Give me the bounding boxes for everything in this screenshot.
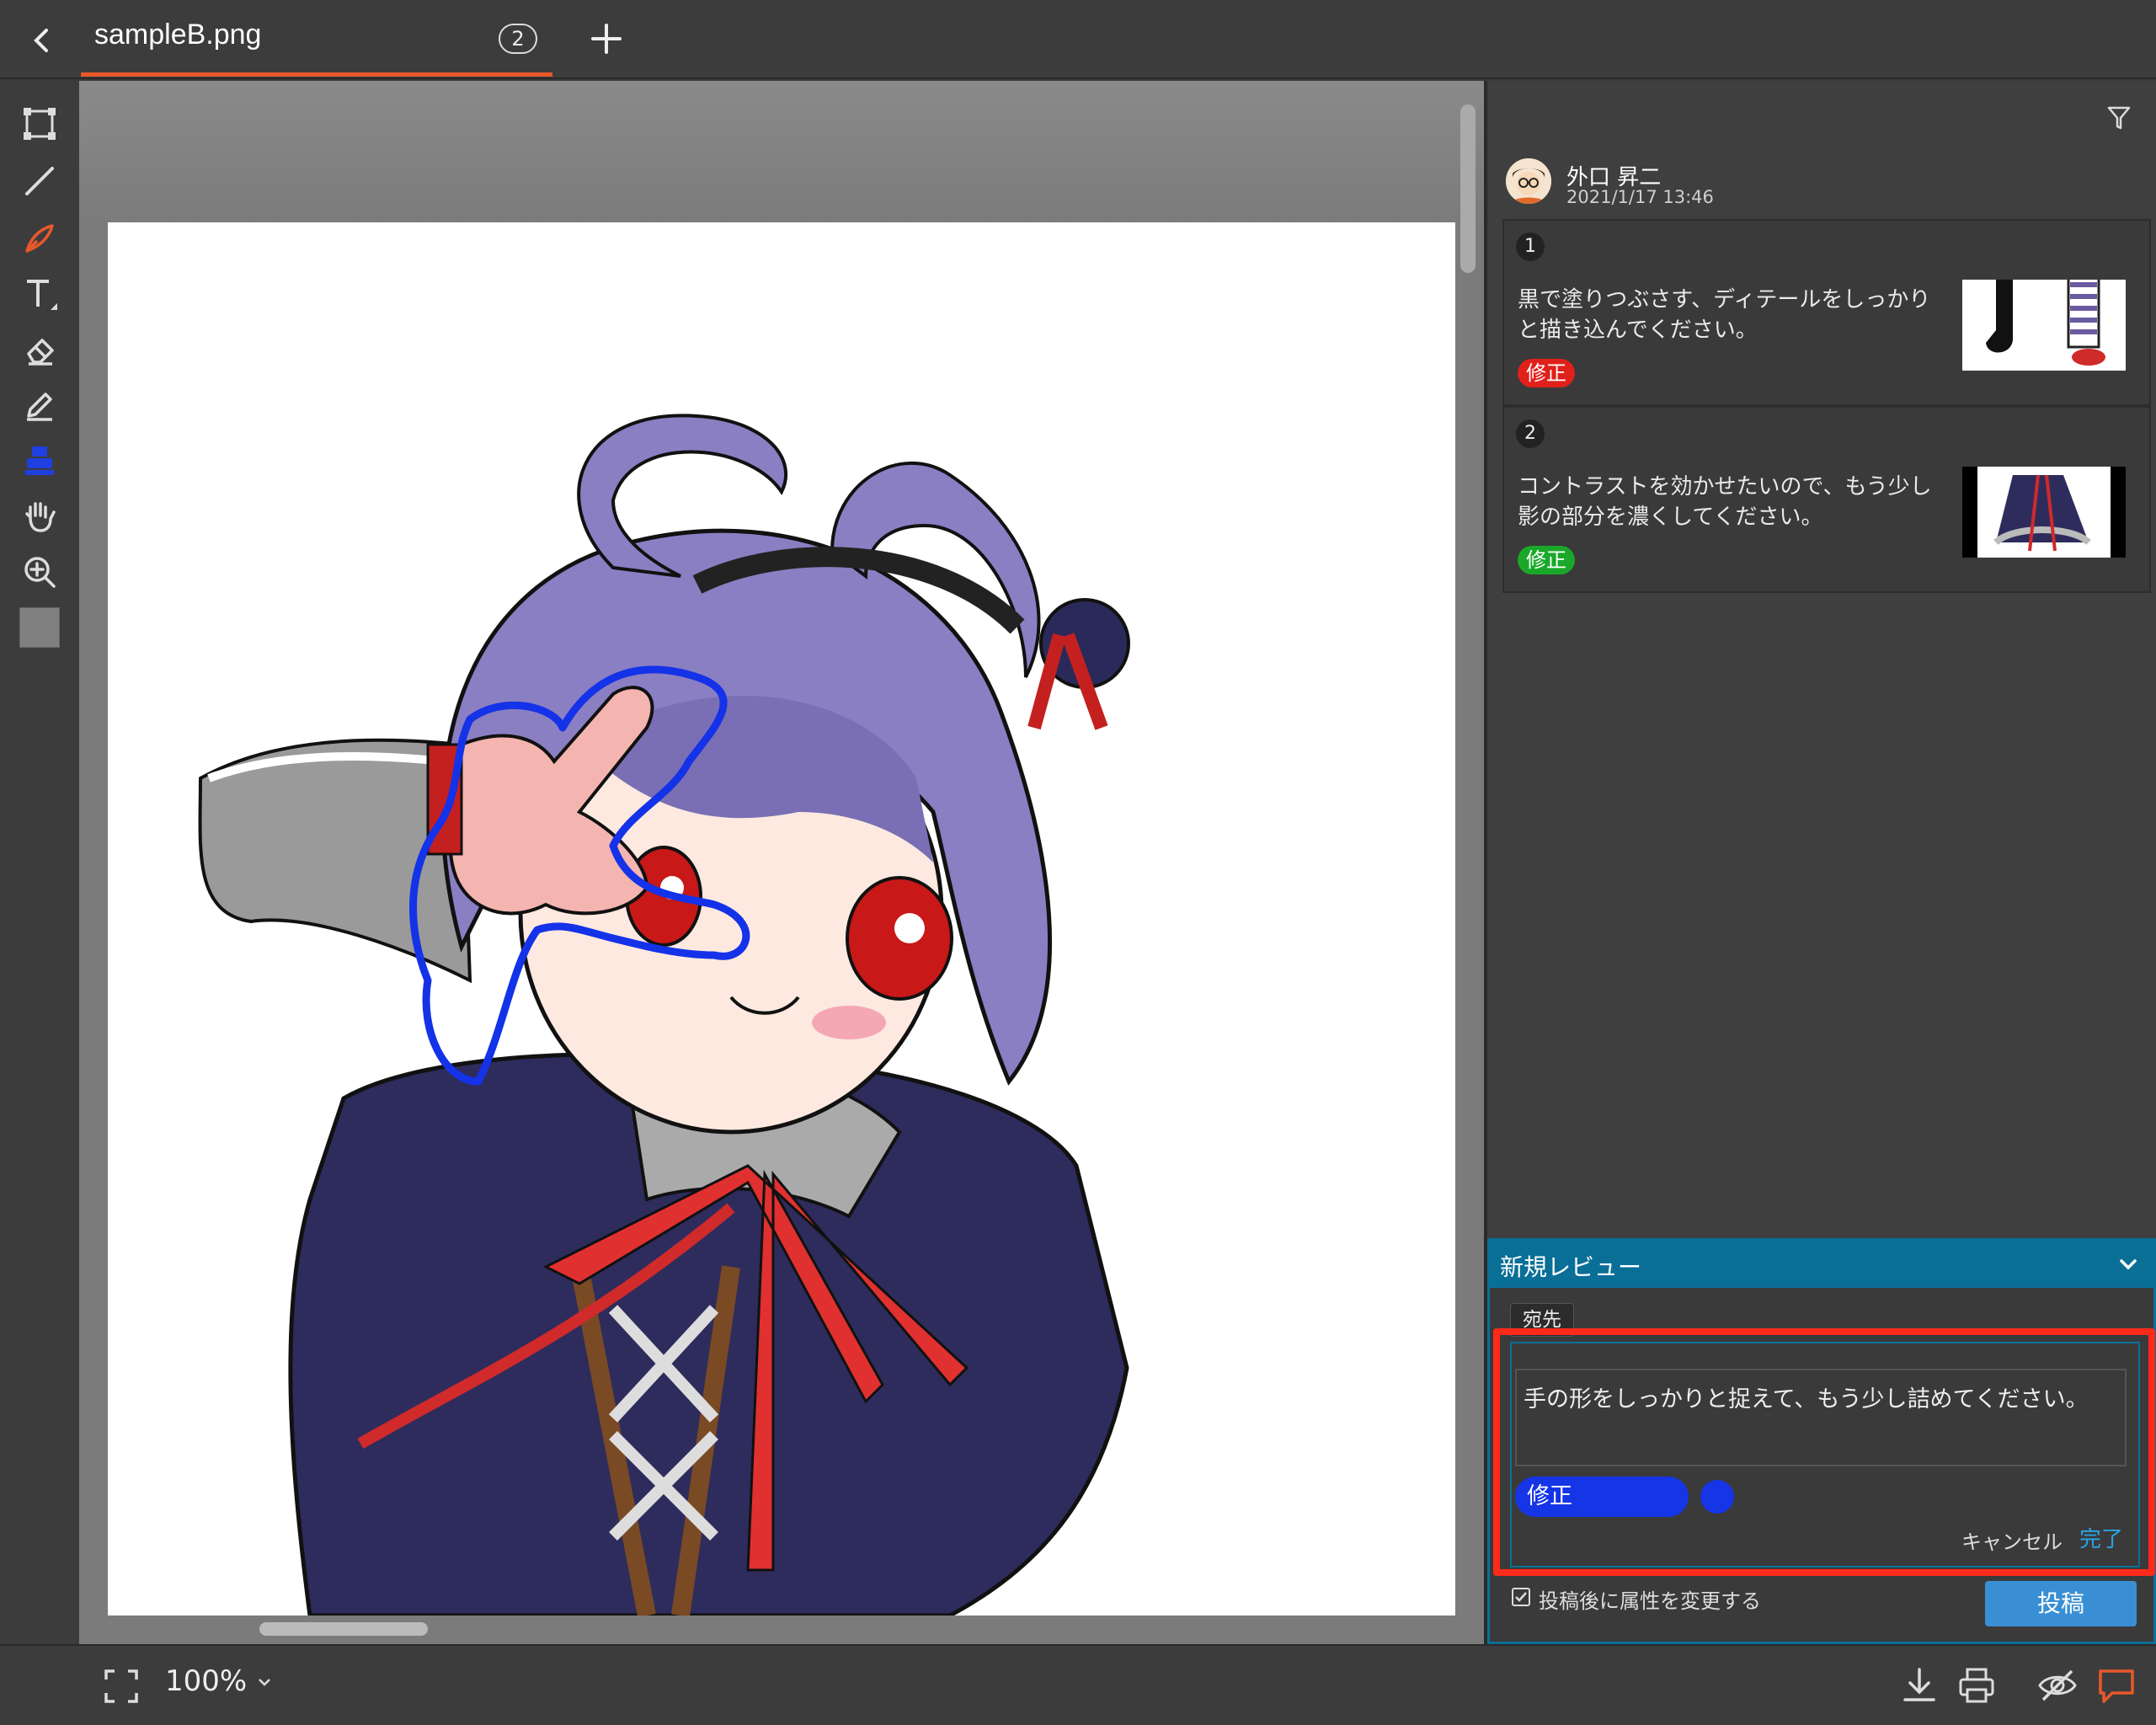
text-icon[interactable] [17,271,62,317]
status-badge: 修正 [1518,546,1575,574]
pen-icon[interactable] [17,216,62,261]
cancel-button[interactable]: キャンセル [1961,1525,2063,1555]
review-count-badge: 2 [499,24,537,54]
review-thumbnail[interactable] [1962,467,2126,558]
tool-palette [0,81,79,1725]
review-item-number: 1 [1516,232,1545,261]
status-badge: 修正 [1518,359,1575,387]
checkbox-label: 投稿後に属性を変更する [1539,1589,1761,1613]
pencil-icon[interactable] [17,382,62,428]
comment-input[interactable]: 手の形をしっかりと捉えて、もう少し詰めてください。 [1515,1369,2127,1466]
color-picker[interactable] [1700,1480,1734,1514]
comment-panel-icon[interactable] [2095,1664,2137,1706]
tab-bar: sampleB.png 2 [0,0,2156,79]
change-attr-checkbox[interactable] [1512,1588,1530,1606]
new-review-section: 新規レビュー 宛先 手の形をしっかりと捉えて、もう少し詰めてください。 修正 キ… [1487,1238,2156,1644]
artwork-image[interactable] [108,222,1455,1616]
review-item-text: 黒で塗りつぶさす、ディテールをしっかりと描き込んでください。 [1518,287,1931,343]
illustration [198,414,1130,1616]
post-button[interactable]: 投稿 [1985,1581,2137,1626]
back-chevron-icon[interactable] [24,22,61,59]
review-item[interactable]: 1 黒で塗りつぶさす、ディテールをしっかりと描き込んでください。 修正 [1502,219,2151,406]
canvas-background [79,81,1484,224]
review-panel: 外口 昇二 2021/1/17 13:46 1 黒で塗りつぶさす、ディテールをし… [1487,81,2156,1644]
print-icon[interactable] [1956,1664,1998,1706]
review-item-text: コントラストを効かせたいので、もう少し影の部分を濃くしてください。 [1518,474,1932,530]
chevron-down-icon [259,1679,270,1686]
review-thumbnail[interactable] [1962,280,2126,371]
filter-icon[interactable] [2102,101,2136,135]
eraser-icon[interactable] [17,327,62,372]
new-review-header[interactable]: 新規レビュー [1490,1241,2153,1288]
new-review-title: 新規レビュー [1500,1253,1642,1281]
select-rect-icon[interactable] [17,101,62,147]
tab-title: sampleB.png [94,19,262,51]
done-button[interactable]: 完了 [2079,1522,2123,1553]
review-item-number: 2 [1516,419,1545,448]
file-tab[interactable]: sampleB.png 2 [81,0,552,77]
status-select[interactable]: 修正 [1515,1477,1689,1517]
chevron-down-icon[interactable] [2116,1252,2140,1276]
download-icon[interactable] [1898,1664,1940,1706]
status-bar: 100% [0,1644,2156,1725]
hide-annotations-icon[interactable] [2036,1664,2079,1706]
zoom-in-icon[interactable] [17,549,62,595]
hand-icon[interactable] [17,494,62,539]
line-icon[interactable] [17,158,62,204]
review-item[interactable]: 2 コントラストを効かせたいので、もう少し影の部分を濃くしてください。 修正 [1502,406,2151,593]
canvas-viewport[interactable] [79,81,1484,1644]
fit-screen-icon[interactable] [103,1668,140,1705]
vertical-scrollbar[interactable] [1460,104,1476,273]
add-tab-plus-icon[interactable] [586,19,627,59]
zoom-level: 100% [165,1664,248,1698]
review-timestamp: 2021/1/17 13:46 [1566,187,1714,207]
horizontal-scrollbar[interactable] [259,1622,428,1636]
zoom-dropdown[interactable]: 100% [165,1664,273,1698]
color-swatch[interactable] [17,605,62,650]
stamp-icon[interactable] [17,438,62,483]
active-tab-indicator [81,72,552,77]
avatar [1506,158,1551,204]
